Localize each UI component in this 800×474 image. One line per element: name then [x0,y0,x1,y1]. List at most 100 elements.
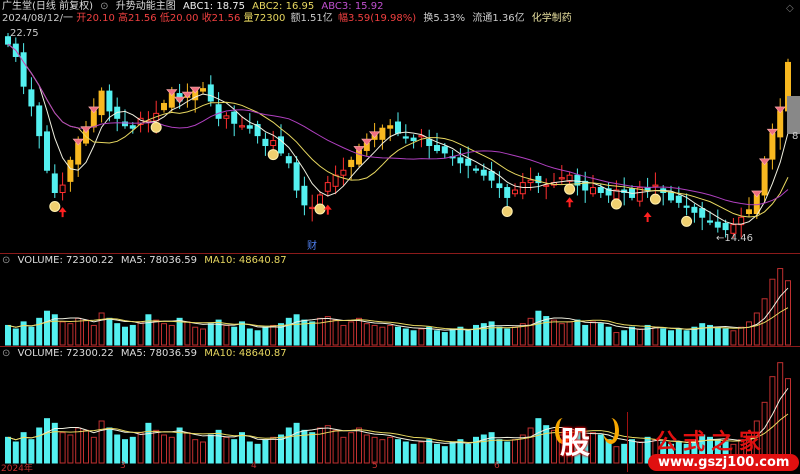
x-tick: 6 [494,461,500,471]
volume-bar [410,443,417,464]
candle-body [496,183,503,189]
volume-bar [246,441,253,464]
candle-body [231,111,238,124]
volume-bar [137,321,144,346]
candle-body [714,221,721,228]
volume-bar [324,316,331,346]
volume-bar [730,330,737,346]
volume-label: VOLUME: 72300.22 [17,255,114,266]
candle-body [746,209,752,215]
candle-body [707,220,713,223]
volume-bar [527,317,534,346]
candle-body [293,162,300,191]
volume-bar [348,321,355,346]
diamond-signal-icon [72,138,84,146]
volume-bar [582,324,589,346]
volume-bar [200,441,206,464]
volume-bar [231,439,238,464]
volume-bar [75,427,82,464]
collapse-icon[interactable]: ⊙ [2,255,10,266]
candle-body [67,159,74,182]
volume-bar [192,439,199,464]
volume-bar [5,436,11,464]
finance-marker[interactable]: 财 [307,241,317,253]
volume-bar [434,330,440,346]
volume-bar [722,328,729,346]
volume-bar [262,439,269,464]
volume-bar [161,323,167,346]
volume-bar [363,434,370,464]
volume-bar [254,330,261,346]
volume-bar [122,326,128,346]
volume-bar [621,330,628,346]
candle-body [129,125,136,129]
volume-bar [223,436,230,464]
money-bag-icon [649,193,661,205]
volume-bar [512,326,518,346]
candle-body [215,104,222,119]
volume-bar [106,317,113,346]
volume-bar [356,427,362,464]
volume-bar [293,314,300,346]
x-tick: 3 [120,461,126,471]
volume-bar [239,321,245,346]
ma5-label: MA5: 78036.59 [120,348,197,359]
volume-bar [114,434,121,464]
diamond-signal-icon [368,131,381,139]
candle-body [504,187,511,198]
volume-bar [418,328,425,346]
candle-body [270,140,277,147]
collapse-icon[interactable]: ⊙ [2,348,10,359]
volume-bar [504,441,511,464]
candle-body [597,187,604,193]
volume-bar [488,432,495,464]
volume-bar [434,443,440,464]
volume-bar [566,321,573,346]
diamond-signal-icon [774,106,786,114]
volume-bar [753,312,760,346]
volume-bar [153,319,160,346]
volume-bar [270,324,277,346]
volume-bar [207,323,214,346]
volume-bar [590,321,596,346]
volume-bar [83,319,89,346]
volume-bar [418,441,425,464]
volume-bar [558,323,565,346]
volume-bar [145,422,152,464]
volume-bar [387,436,394,464]
volume-bar [527,427,534,464]
money-bag-icon [314,203,326,215]
volume-bar [137,432,144,464]
volume-bar [98,420,105,464]
candle-body [761,162,768,196]
candle-body [395,121,401,134]
candle-body [730,224,737,234]
volume-bar [215,429,222,464]
volume-bar [114,323,121,346]
x-tick: 4 [251,461,257,471]
ma10-label: MA10: 48640.87 [204,255,287,266]
diamond-signal-icon [353,146,365,153]
volume-bar [67,323,74,346]
volume-bar [207,434,214,464]
candle-body [527,179,534,184]
ma5-label: MA5: 78036.59 [120,255,197,266]
panel-divider [0,253,800,254]
money-bag-icon [610,198,622,210]
volume-bar [293,422,300,464]
ma10-label: MA10: 48640.87 [204,348,287,359]
volume-bar [28,439,35,464]
candle-body [777,110,784,138]
candle-body [348,159,355,168]
volume-bar [285,317,292,346]
volume-bar [426,326,433,346]
volume-bar [683,330,690,346]
watermark-title: 公式之家 [655,429,768,455]
volume-bar [239,432,245,464]
candle-body [387,125,394,129]
volume-bar [512,439,518,464]
watermark-divider [627,412,628,472]
volume-bar [441,332,448,346]
candle-body [519,182,526,195]
x-tick: 5 [372,461,378,471]
